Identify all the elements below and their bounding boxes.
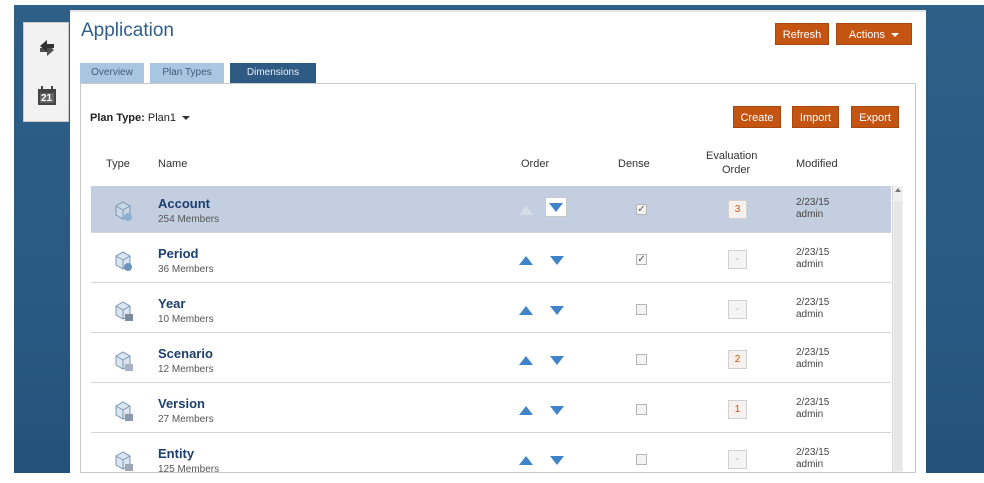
table-row[interactable]: Period 36 Members ✓ - 2/23/15 admin: [91, 236, 891, 283]
cube-icon: [115, 301, 133, 321]
modified-date: 2/23/15: [796, 197, 830, 208]
move-down-button[interactable]: [550, 406, 564, 415]
col-type: Type: [106, 158, 130, 170]
table-row[interactable]: Entity 125 Members - 2/23/15 admin: [91, 436, 891, 483]
move-down-button[interactable]: [550, 456, 564, 465]
row-members: 10 Members: [158, 314, 214, 325]
row-members: 36 Members: [158, 264, 214, 275]
col-name: Name: [158, 158, 188, 170]
create-button[interactable]: Create: [733, 106, 781, 128]
modified-user: admin: [796, 409, 824, 420]
chevron-down-icon: [182, 116, 191, 121]
row-name[interactable]: Version: [158, 396, 205, 411]
plan-type-label: Plan Type:: [90, 112, 145, 124]
plan-type-selector[interactable]: Plan Type: Plan1: [90, 112, 191, 124]
move-up-button[interactable]: [519, 256, 533, 265]
move-up-button[interactable]: [519, 406, 533, 415]
main-panel: Application Refresh Actions Overview Pla…: [70, 10, 926, 475]
dense-checkbox[interactable]: [636, 304, 647, 315]
col-order: Order: [521, 158, 550, 170]
row-name[interactable]: Year: [158, 296, 185, 311]
row-name[interactable]: Account: [158, 196, 210, 211]
calendar-icon[interactable]: 21: [36, 85, 58, 107]
cube-icon: [115, 251, 132, 271]
table-row[interactable]: Version 27 Members 1 2/23/15 admin: [91, 386, 891, 433]
actions-button[interactable]: Actions: [836, 23, 912, 45]
row-name[interactable]: Scenario: [158, 346, 213, 361]
page-title: Application: [81, 20, 174, 41]
arrow-down-icon: [549, 203, 563, 212]
table-row[interactable]: Year 10 Members - 2/23/15 admin: [91, 286, 891, 333]
top-divider: [70, 10, 926, 12]
cube-icon: [115, 201, 132, 221]
table-row[interactable]: Scenario 12 Members 2 2/23/15 admin: [91, 336, 891, 383]
modified-user: admin: [796, 209, 824, 220]
modified-cell: 2/23/15 admin: [796, 447, 829, 471]
col-dense: Dense: [618, 158, 650, 170]
move-down-button[interactable]: [550, 306, 564, 315]
calendar-day: 21: [41, 93, 53, 104]
cube-icon: [115, 451, 133, 471]
col-eval-order-1: Evaluation: [706, 150, 758, 162]
move-down-button[interactable]: [550, 356, 564, 365]
eval-order-value[interactable]: 1: [728, 400, 747, 419]
move-up-button[interactable]: [519, 356, 533, 365]
actions-label: Actions: [848, 29, 885, 41]
modified-user: admin: [796, 309, 824, 320]
table-row[interactable]: Account 254 Members ✓ 3 2/23/15 admin: [91, 186, 891, 233]
eval-order-value[interactable]: -: [728, 450, 747, 469]
dimensions-panel: Plan Type: Plan1 Create Import Export Ty…: [80, 83, 916, 475]
move-down-button[interactable]: [545, 197, 567, 217]
modified-cell: 2/23/15 admin: [796, 247, 829, 271]
modified-user: admin: [796, 359, 824, 370]
eval-order-value[interactable]: 3: [728, 200, 747, 219]
col-modified: Modified: [796, 158, 838, 170]
scroll-thumb[interactable]: [894, 201, 902, 471]
modified-date: 2/23/15: [796, 247, 830, 258]
dense-checkbox[interactable]: [636, 404, 647, 415]
cube-icon: [115, 401, 133, 421]
move-up-icon: [519, 206, 533, 215]
tab-dimensions[interactable]: Dimensions: [230, 63, 316, 83]
left-rail: 21: [23, 22, 69, 122]
plan-type-value: Plan1: [147, 112, 177, 124]
dense-checkbox[interactable]: ✓: [636, 254, 647, 265]
tab-plan-types[interactable]: Plan Types: [150, 63, 224, 83]
sync-icon[interactable]: [36, 37, 58, 59]
row-name[interactable]: Period: [158, 246, 198, 261]
row-name[interactable]: Entity: [158, 446, 194, 461]
export-button[interactable]: Export: [851, 106, 899, 128]
move-up-button[interactable]: [519, 456, 533, 465]
eval-order-value[interactable]: -: [728, 250, 747, 269]
row-members: 125 Members: [158, 464, 220, 475]
dense-checkbox[interactable]: [636, 454, 647, 465]
modified-date: 2/23/15: [796, 447, 830, 458]
chevron-down-icon: [891, 33, 900, 38]
import-button[interactable]: Import: [792, 106, 839, 128]
dense-checkbox[interactable]: ✓: [636, 204, 647, 215]
modified-date: 2/23/15: [796, 347, 830, 358]
modified-user: admin: [796, 459, 824, 470]
modified-date: 2/23/15: [796, 297, 830, 308]
modified-cell: 2/23/15 admin: [796, 197, 829, 221]
row-members: 254 Members: [158, 214, 220, 225]
refresh-button[interactable]: Refresh: [775, 23, 829, 45]
vertical-scrollbar[interactable]: [892, 186, 903, 472]
move-down-button[interactable]: [550, 256, 564, 265]
modified-user: admin: [796, 259, 824, 270]
modified-cell: 2/23/15 admin: [796, 397, 829, 421]
modified-date: 2/23/15: [796, 397, 830, 408]
modified-cell: 2/23/15 admin: [796, 347, 829, 371]
move-up-button[interactable]: [519, 306, 533, 315]
tab-overview[interactable]: Overview: [80, 63, 144, 83]
col-eval-order-2: Order: [722, 164, 751, 176]
modified-cell: 2/23/15 admin: [796, 297, 829, 321]
row-members: 12 Members: [158, 364, 214, 375]
dense-checkbox[interactable]: [636, 354, 647, 365]
eval-order-value[interactable]: 2: [728, 350, 747, 369]
eval-order-value[interactable]: -: [728, 300, 747, 319]
cube-icon: [115, 351, 133, 371]
scroll-up-icon[interactable]: [895, 188, 901, 192]
row-members: 27 Members: [158, 414, 214, 425]
